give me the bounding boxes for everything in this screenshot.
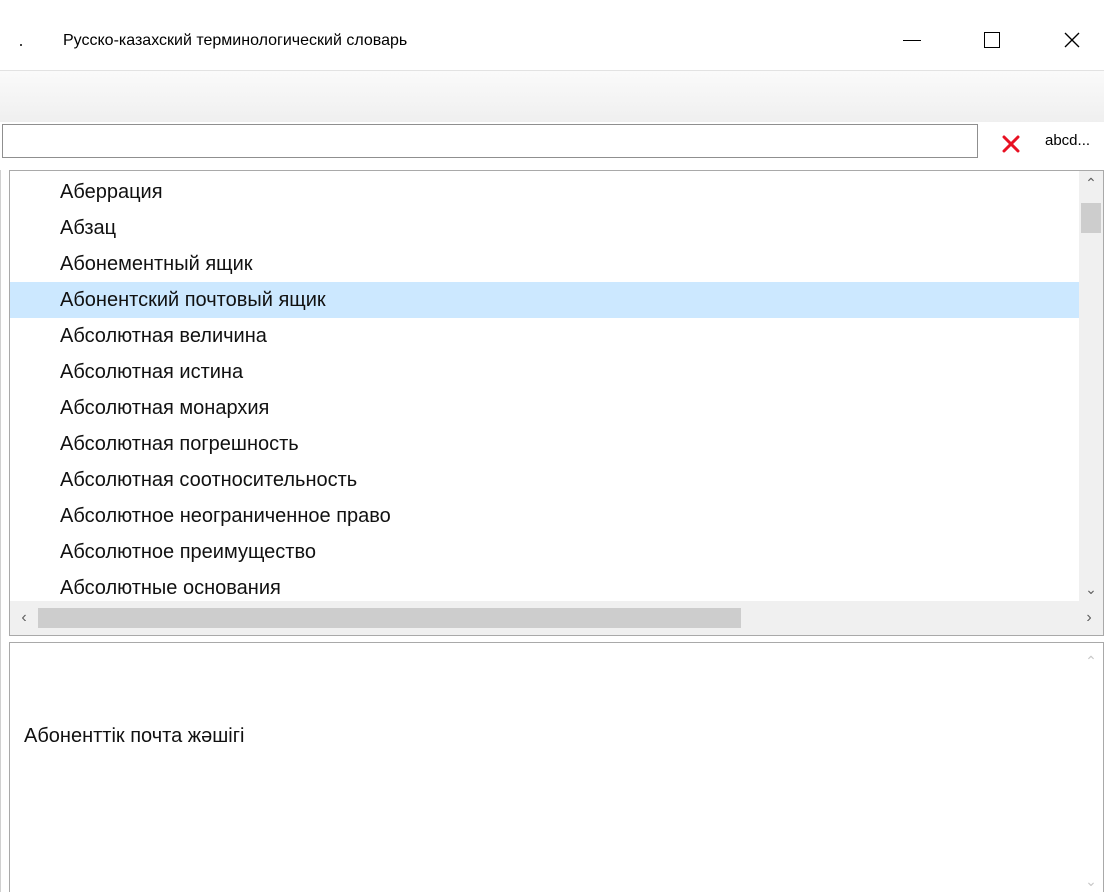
- scroll-up-arrow-icon[interactable]: ⌃: [1079, 651, 1103, 671]
- close-button[interactable]: [1046, 20, 1098, 60]
- dictionary-window: Русско-казахский терминологический слова…: [0, 0, 1104, 892]
- scroll-left-arrow-icon[interactable]: ‹: [10, 601, 38, 635]
- term-list-vertical-scrollbar[interactable]: ⌃ ⌄: [1079, 171, 1103, 601]
- term-list[interactable]: Аберрация Абзац Абонементный ящик Абонентск…: [9, 170, 1104, 636]
- window-title: Русско-казахский терминологический слова…: [63, 32, 408, 49]
- translation-vertical-scrollbar[interactable]: ⌃ ⌄: [1079, 643, 1103, 892]
- term-list-items: Аберрация Абзац Абонементный ящик Абонентск…: [10, 174, 1079, 606]
- scroll-down-arrow-icon[interactable]: ⌄: [1079, 577, 1103, 601]
- vertical-scroll-thumb[interactable]: [1081, 203, 1101, 233]
- search-input[interactable]: [2, 124, 978, 158]
- term-list-item[interactable]: Абонементный ящик: [10, 246, 1079, 282]
- term-list-item[interactable]: Абсолютная погрешность: [10, 426, 1079, 462]
- term-list-item[interactable]: Абонентский почтовый ящик: [10, 282, 1079, 318]
- close-icon: [1064, 32, 1080, 48]
- maximize-icon: [984, 32, 1000, 48]
- app-icon: [20, 44, 22, 46]
- term-list-horizontal-scrollbar[interactable]: ‹ ›: [10, 601, 1103, 635]
- term-list-item[interactable]: Абсолютная соотносительность: [10, 462, 1079, 498]
- alphabet-button[interactable]: abcd...: [1045, 132, 1090, 149]
- toolbar: [0, 70, 1104, 123]
- minimize-button[interactable]: [886, 20, 938, 60]
- window-left-edge: [0, 170, 3, 892]
- clear-x-icon: [1002, 135, 1020, 153]
- term-list-item[interactable]: Абсолютное неограниченное право: [10, 498, 1079, 534]
- term-list-item[interactable]: Абсолютная истина: [10, 354, 1079, 390]
- maximize-button[interactable]: [966, 20, 1018, 60]
- term-list-item[interactable]: Абсолютное преимущество: [10, 534, 1079, 570]
- horizontal-scroll-thumb[interactable]: [38, 608, 741, 628]
- clear-search-button[interactable]: [996, 129, 1026, 159]
- minimize-icon: [903, 39, 921, 41]
- term-list-item[interactable]: Аберрация: [10, 174, 1079, 210]
- search-row: abcd...: [0, 122, 1104, 170]
- term-list-item[interactable]: Абсолютная монархия: [10, 390, 1079, 426]
- translation-pane: Абоненттік почта жәшігі ⌃ ⌄: [9, 642, 1104, 892]
- scroll-right-arrow-icon[interactable]: ›: [1075, 601, 1103, 635]
- scroll-down-arrow-icon[interactable]: ⌄: [1079, 871, 1103, 891]
- scroll-up-arrow-icon[interactable]: ⌃: [1079, 171, 1103, 195]
- term-list-item[interactable]: Абсолютная величина: [10, 318, 1079, 354]
- term-list-item[interactable]: Абзац: [10, 210, 1079, 246]
- translation-text: Абоненттік почта жәшігі: [24, 725, 245, 747]
